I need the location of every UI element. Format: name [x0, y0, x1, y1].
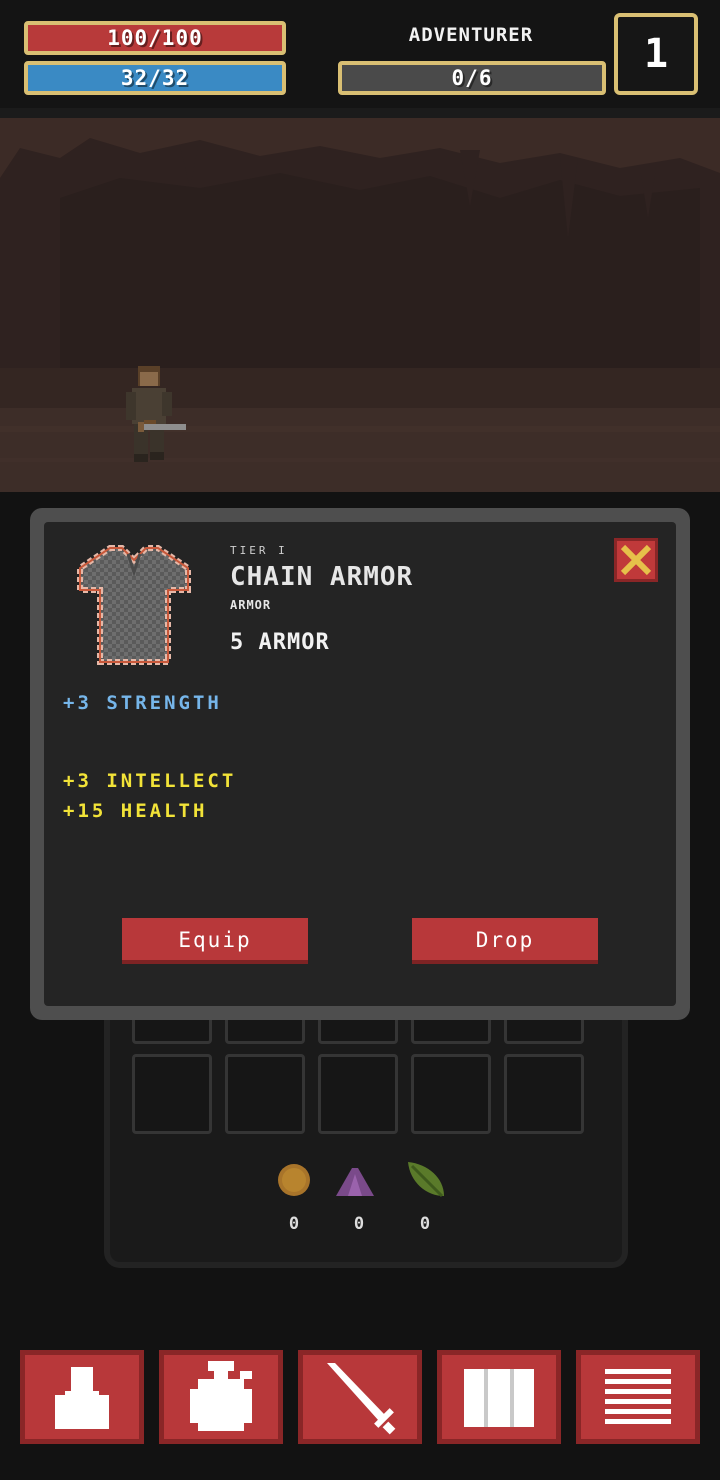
hero-character — [126, 366, 186, 462]
health-bar: 100/100 — [24, 21, 286, 55]
secondary-stat-health: +15 HEALTH — [63, 800, 208, 822]
inventory-slot[interactable] — [132, 1054, 212, 1134]
cave-scene — [0, 118, 720, 492]
menu-list-icon — [605, 1369, 671, 1424]
item-tier: TIER I — [230, 544, 288, 557]
herb-count: 0 — [419, 1214, 431, 1234]
nav-journal-button[interactable] — [437, 1350, 561, 1444]
close-button[interactable] — [614, 538, 658, 582]
crystal-icon — [336, 1168, 374, 1196]
inventory-slot[interactable] — [318, 1054, 398, 1134]
inventory-slot[interactable] — [225, 1054, 305, 1134]
chain-armor-shirt-icon — [77, 545, 191, 665]
herb-leaf-icon — [408, 1162, 444, 1198]
health-value: 100/100 — [107, 26, 203, 50]
item-type: ARMOR — [230, 598, 272, 612]
nav-menu-button[interactable] — [576, 1350, 700, 1444]
hud-bar: 100/100 32/32 ADVENTURER 0/6 1 — [0, 0, 720, 118]
nav-character-button[interactable] — [20, 1350, 144, 1444]
bag-icon — [190, 1361, 252, 1431]
nav-equipment-button[interactable] — [298, 1350, 422, 1444]
primary-stat-strength: +3 STRENGTH — [63, 692, 222, 714]
experience-bar: 0/6 — [338, 61, 606, 95]
level-badge[interactable]: 1 — [614, 13, 698, 95]
mana-value: 32/32 — [120, 66, 190, 90]
inventory-slot[interactable] — [504, 1054, 584, 1134]
item-name: CHAIN ARMOR — [230, 562, 414, 592]
crystal-count: 0 — [353, 1214, 365, 1234]
nav-inventory-button[interactable] — [159, 1350, 283, 1444]
map-book-icon — [464, 1369, 534, 1427]
gold-count: 0 — [288, 1214, 300, 1234]
equip-button[interactable]: Equip — [122, 918, 308, 964]
character-icon — [55, 1367, 109, 1429]
item-armor-value: 5 ARMOR — [230, 630, 330, 655]
cave-background — [0, 118, 720, 492]
gold-coin-icon — [278, 1164, 310, 1196]
mana-bar: 32/32 — [24, 61, 286, 95]
experience-value: 0/6 — [451, 66, 493, 90]
sword-icon — [327, 1363, 396, 1435]
inventory-slot[interactable] — [411, 1054, 491, 1134]
secondary-stat-intellect: +3 INTELLECT — [63, 770, 237, 792]
class-name: ADVENTURER — [408, 24, 534, 46]
drop-button[interactable]: Drop — [412, 918, 598, 964]
close-x-icon — [620, 544, 652, 576]
